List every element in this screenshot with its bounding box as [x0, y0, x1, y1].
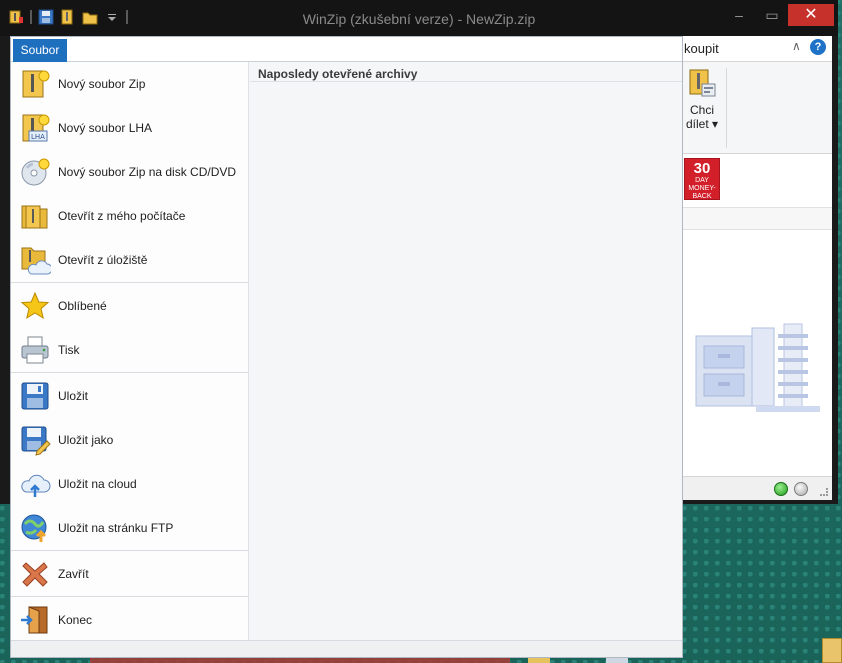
menu-item-new-lha[interactable]: LHA Nový soubor LHA [11, 106, 249, 150]
new-zip-cd-icon [21, 158, 50, 186]
save-icon [21, 382, 49, 410]
menu-label: Zavřít [58, 567, 89, 581]
menu-label: Nový soubor LHA [58, 121, 153, 135]
maximize-button[interactable]: ▭ [756, 4, 788, 26]
menu-item-save-to-ftp[interactable]: Uložit na stránku FTP [11, 506, 249, 550]
badge-line1: DAY [695, 177, 709, 184]
backstage-footer [11, 640, 682, 657]
badge-line2: MONEY-BACK [688, 185, 716, 200]
close-button[interactable]: ✕ [788, 4, 834, 26]
tab-koupit[interactable]: koupit [684, 41, 719, 56]
main-area-behind: koupit ∧ ? Chci dílet ▾ 30 DAY MONEY-BAC… [680, 36, 832, 500]
buy-label-line1: Chci [689, 103, 714, 117]
menu-item-new-zip[interactable]: Nový soubor Zip [11, 62, 249, 106]
menu-item-close[interactable]: Zavřít [11, 552, 249, 596]
ribbon-body: Chci dílet ▾ [680, 62, 832, 154]
ribbon-group-separator [726, 68, 727, 148]
save-as-icon [21, 426, 51, 456]
menu-item-open-from-computer[interactable]: Otevřít z mého počítače [11, 194, 249, 238]
status-grey-icon [794, 482, 808, 496]
menu-separator [11, 372, 249, 373]
menu-label: Uložit na stránku FTP [58, 521, 174, 535]
recent-archives-pane: Naposledy otevřené archivy [250, 62, 682, 640]
menu-item-print[interactable]: Tisk [11, 328, 249, 372]
menu-label: Oblíbené [58, 299, 107, 313]
minimize-button[interactable]: – [722, 4, 756, 26]
status-green-icon [774, 482, 788, 496]
dropdown-arrow-icon: ▾ [712, 117, 719, 131]
menu-separator [11, 596, 249, 597]
menu-label: Otevřít z mého počítače [58, 209, 186, 223]
menu-separator [11, 282, 249, 283]
menu-item-exit[interactable]: Konec [11, 598, 249, 642]
buy-label-line2: dílet ▾ [685, 117, 719, 131]
star-icon [20, 291, 50, 320]
buy-button[interactable]: Chci dílet ▾ [682, 68, 722, 131]
menu-label: Nový soubor Zip [58, 77, 146, 91]
tab-soubor[interactable]: Soubor [13, 39, 67, 62]
menu-item-save-as[interactable]: Uložit jako [11, 418, 249, 462]
menu-label: Konec [58, 613, 93, 627]
backstage-tab-bar: Soubor [11, 37, 682, 62]
menu-label: Nový soubor Zip na disk CD/DVD [58, 165, 237, 179]
title-bar[interactable]: WinZip (zkušební verze) - NewZip.zip – ▭… [0, 0, 838, 36]
winzip-vise-watermark-icon [695, 323, 820, 412]
menu-label: Uložit [58, 389, 89, 403]
menu-item-favorites[interactable]: Oblíbené [11, 284, 249, 328]
menu-separator [11, 550, 249, 551]
file-backstage-panel: Soubor Nový soubor Zip LHA Nový soubor L… [10, 36, 683, 658]
printer-icon [21, 336, 49, 364]
backstage-menu: Nový soubor Zip LHA Nový soubor LHA Nový… [11, 62, 249, 640]
help-icon[interactable]: ? [810, 39, 826, 55]
content-divider [250, 81, 682, 82]
collapse-ribbon-icon[interactable]: ∧ [792, 39, 801, 53]
open-cloud-folder-icon [21, 247, 51, 275]
money-back-badge[interactable]: 30 DAY MONEY-BACK GUARANTEE [684, 158, 729, 208]
recent-archives-title: Naposledy otevřené archivy [258, 67, 418, 81]
svg-text:LHA: LHA [31, 133, 45, 141]
window-title: WinZip (zkušební verze) - NewZip.zip [302, 11, 536, 27]
ribbon-tab-bar: koupit ∧ ? [680, 36, 832, 62]
close-x-icon [22, 562, 48, 587]
menu-label: Uložit jako [58, 433, 114, 447]
open-folder-icon [21, 205, 48, 229]
header-strip [680, 208, 832, 230]
promo-panel: 30 DAY MONEY-BACK GUARANTEE [680, 154, 832, 208]
cloud-upload-icon [21, 474, 51, 497]
status-bar [680, 476, 832, 500]
badge-number: 30 [693, 160, 711, 177]
new-zip-icon [22, 70, 50, 98]
menu-item-save[interactable]: Uložit [11, 374, 249, 418]
menu-item-open-from-storage[interactable]: Otevřít z úložiště [11, 238, 249, 282]
menu-label: Uložit na cloud [58, 477, 137, 491]
menu-item-save-to-cloud[interactable]: Uložit na cloud [11, 462, 249, 506]
buy-license-icon [689, 69, 716, 97]
menu-label: Tisk [58, 343, 80, 357]
exit-door-icon [21, 606, 48, 634]
files-pane [680, 230, 832, 476]
menu-item-new-zip-cd[interactable]: Nový soubor Zip na disk CD/DVD [11, 150, 249, 194]
resize-grip[interactable] [820, 488, 828, 496]
menu-label: Otevřít z úložiště [58, 253, 148, 267]
desktop-folder-icon[interactable] [822, 638, 842, 663]
new-lha-icon: LHA [22, 114, 50, 142]
ftp-globe-icon [21, 514, 47, 542]
